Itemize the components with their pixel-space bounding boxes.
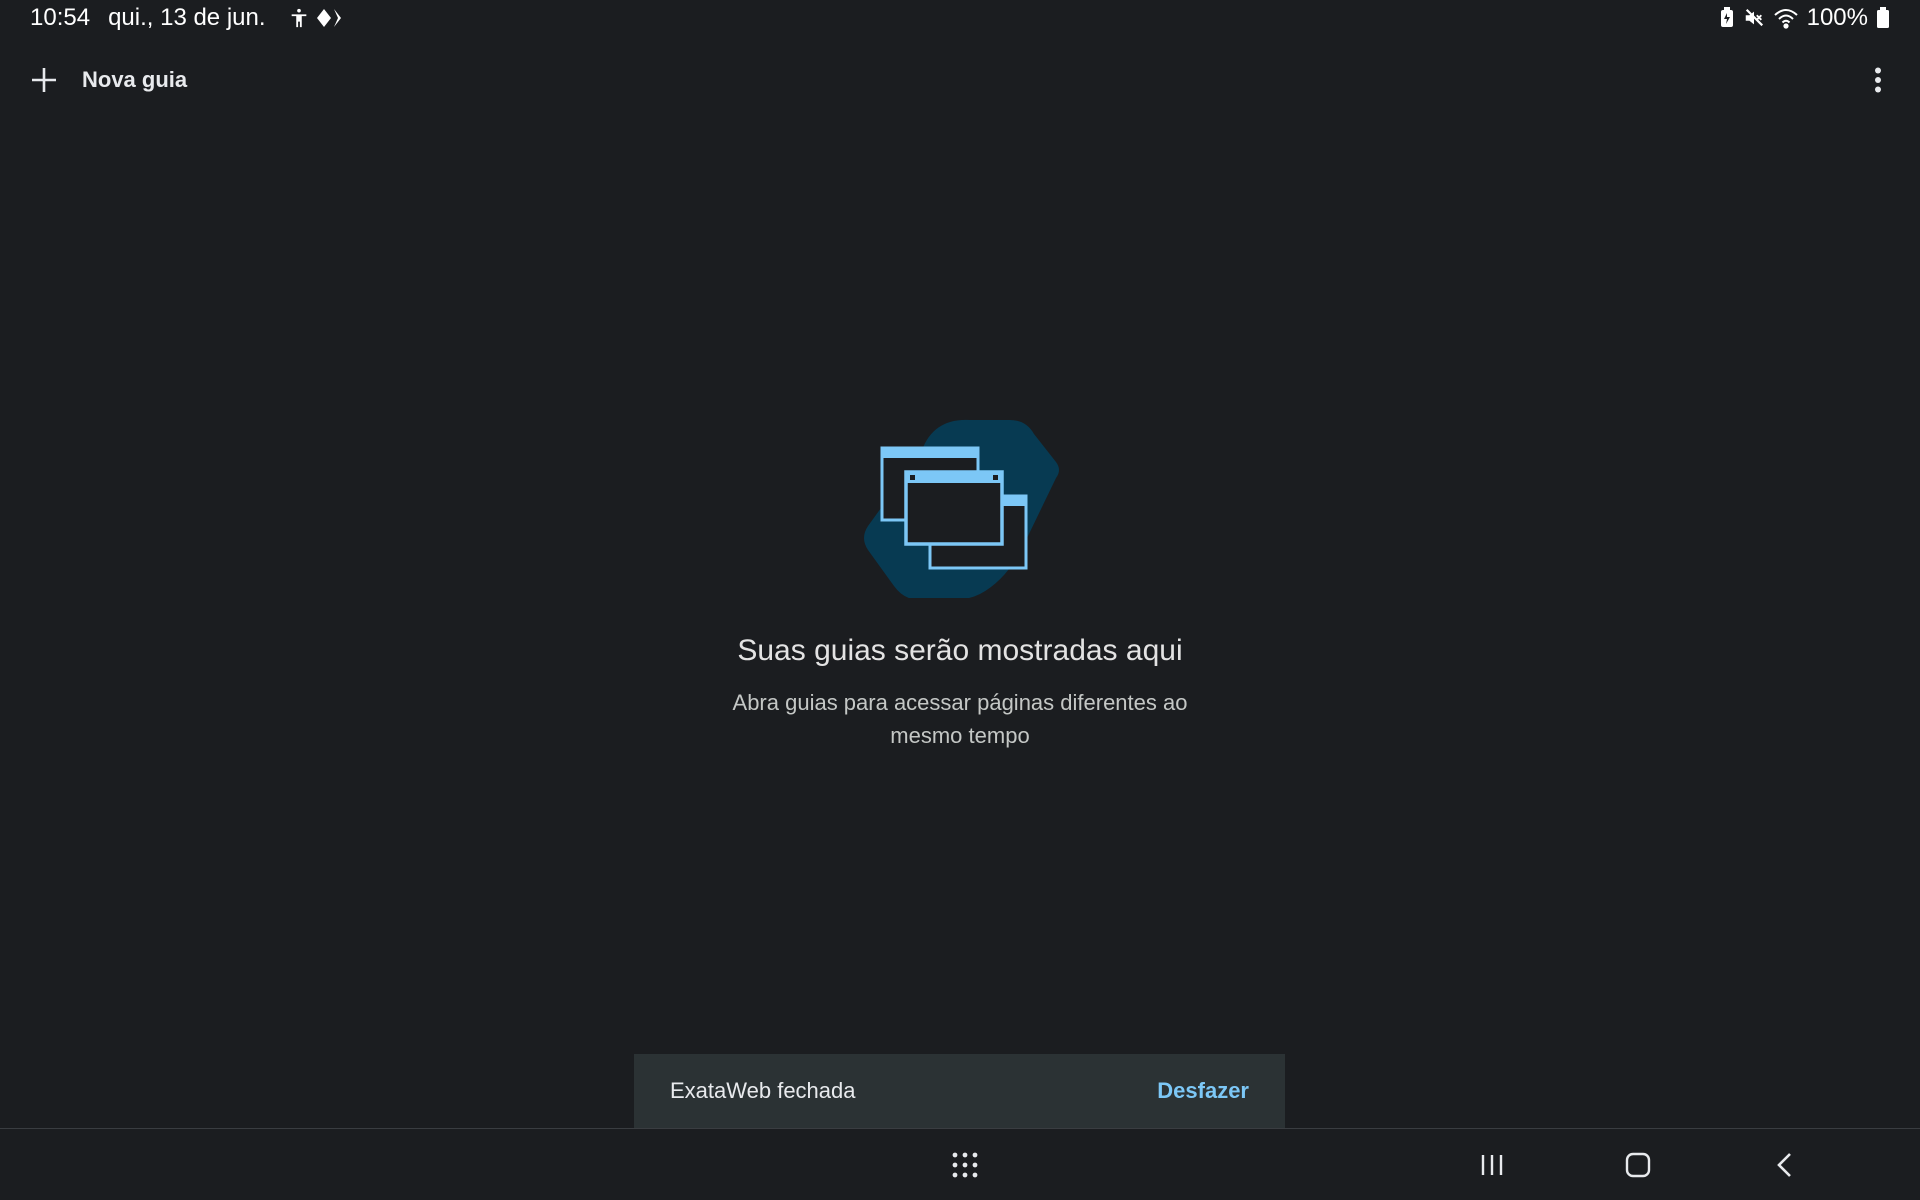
more-options-button[interactable] (1858, 60, 1898, 100)
battery-saver-icon (1719, 7, 1735, 29)
plus-icon (30, 66, 58, 94)
snackbar-message: ExataWeb fechada (670, 1078, 856, 1103)
wifi-icon (1773, 7, 1799, 29)
battery-icon (1876, 7, 1890, 29)
empty-state: Suas guias serão mostradas aqui Abra gui… (0, 418, 1920, 752)
tab-switcher-toolbar: Nova guia (0, 52, 1920, 108)
empty-state-title: Suas guias serão mostradas aqui (737, 634, 1183, 667)
accessibility-icon (288, 7, 310, 29)
battery-percent: 100% (1806, 4, 1868, 31)
status-bar: 10:54 qui., 13 de jun. 100% (0, 0, 1920, 36)
undo-button[interactable]: Desfazer (1157, 1078, 1249, 1104)
status-time: 10:54 (30, 4, 91, 31)
home-icon (1625, 1152, 1651, 1178)
recents-button[interactable] (1464, 1139, 1520, 1191)
app-drawer-icon (952, 1152, 978, 1178)
status-right: 100% (1719, 4, 1890, 32)
recents-icon (1480, 1153, 1504, 1177)
empty-state-subtitle: Abra guias para acessar páginas diferent… (732, 690, 1188, 748)
status-left: 10:54 qui., 13 de jun. (30, 4, 346, 32)
tabs-illustration (864, 419, 1059, 598)
app-drawer-button[interactable] (937, 1139, 993, 1191)
home-button[interactable] (1610, 1139, 1666, 1191)
back-icon (1774, 1152, 1794, 1178)
mute-icon (1743, 7, 1765, 29)
system-nav-bar (0, 1128, 1920, 1200)
back-button[interactable] (1756, 1139, 1812, 1191)
new-tab-button[interactable]: Nova guia (22, 60, 195, 100)
status-date: qui., 13 de jun. (108, 4, 266, 31)
new-tab-label: Nova guia (82, 67, 188, 92)
snackbar: ExataWeb fechada Desfazer (634, 1054, 1285, 1128)
diamond-icon (316, 7, 346, 29)
more-vert-icon (1874, 67, 1882, 93)
